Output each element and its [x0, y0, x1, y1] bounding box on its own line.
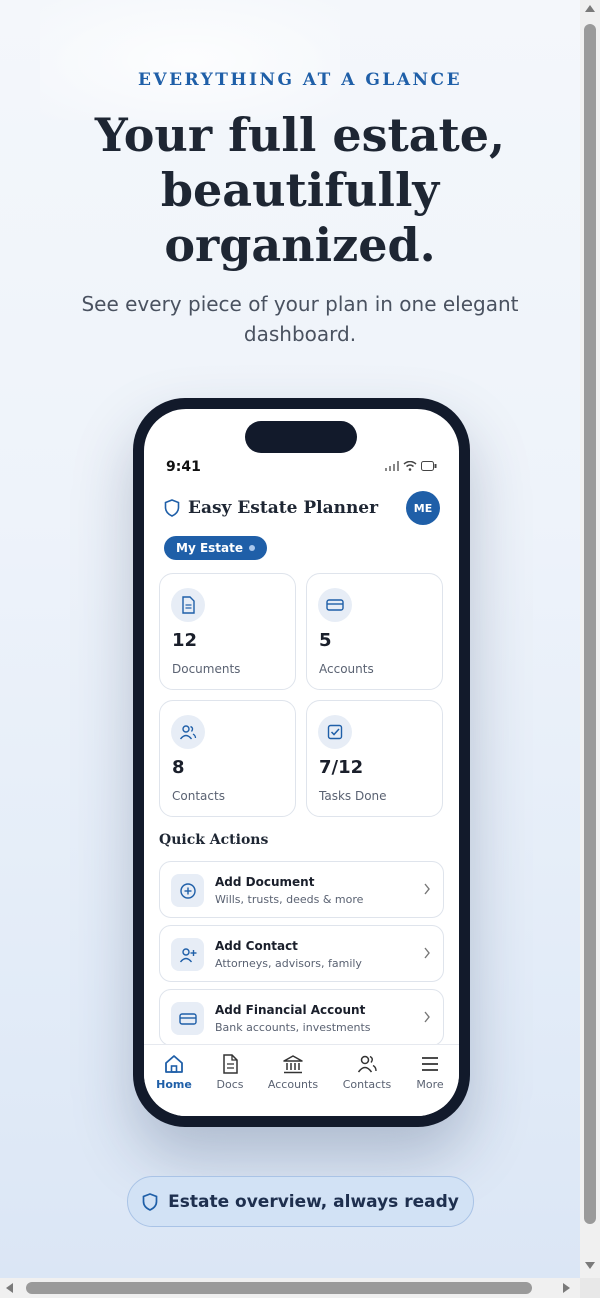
add-financial-account-button[interactable]: Add Financial Account Bank accounts, inv… — [159, 989, 444, 1046]
stat-label: Accounts — [319, 662, 374, 676]
status-time: 9:41 — [166, 459, 201, 475]
stat-card-accounts[interactable]: 5 Accounts — [306, 573, 443, 690]
bank-icon — [283, 1055, 303, 1074]
stat-label: Documents — [172, 662, 241, 676]
stat-card-documents[interactable]: 12 Documents — [159, 573, 296, 690]
eyebrow-text: EVERYTHING AT A GLANCE — [137, 70, 463, 90]
headline-line-2: beautifully — [160, 163, 440, 217]
add-document-button[interactable]: Add Document Wills, trusts, deeds & more — [159, 861, 444, 918]
chevron-right-icon — [424, 947, 430, 959]
scroll-right-icon[interactable] — [563, 1283, 570, 1293]
vertical-scrollbar[interactable] — [580, 0, 600, 1278]
headline: Your full estate, beautifully organized. — [0, 108, 580, 273]
signal-icon — [385, 461, 399, 471]
people-icon — [357, 1055, 377, 1073]
action-subtitle: Attorneys, advisors, family — [215, 957, 362, 970]
tab-label: More — [416, 1078, 444, 1091]
add-person-icon — [171, 938, 204, 971]
document-icon — [171, 588, 205, 622]
horizontal-scrollbar[interactable] — [0, 1278, 580, 1298]
tab-label: Accounts — [267, 1078, 319, 1091]
add-contact-button[interactable]: Add Contact Attorneys, advisors, family — [159, 925, 444, 982]
action-title: Add Document — [215, 875, 315, 889]
status-icons — [385, 461, 437, 471]
shield-icon — [142, 1192, 158, 1211]
app-title: Easy Estate Planner — [188, 498, 379, 518]
stat-value: 7/12 — [319, 757, 364, 778]
people-icon — [171, 715, 205, 749]
battery-icon — [421, 461, 437, 471]
card-icon — [171, 1002, 204, 1035]
tab-docs[interactable]: Docs — [200, 1053, 260, 1091]
estate-pill-label: My Estate — [176, 541, 243, 555]
menu-icon — [422, 1057, 438, 1071]
stat-card-contacts[interactable]: 8 Contacts — [159, 700, 296, 817]
chevron-right-icon — [424, 883, 430, 895]
phone-mockup: 9:41 Easy Estate Planner ME My Estate 12… — [133, 398, 470, 1127]
scrollbar-corner — [580, 1278, 600, 1298]
action-title: Add Financial Account — [215, 1003, 366, 1017]
dynamic-island — [245, 421, 357, 453]
stat-value: 8 — [172, 757, 185, 778]
action-subtitle: Bank accounts, investments — [215, 1021, 371, 1034]
card-icon — [318, 588, 352, 622]
document-icon — [223, 1054, 238, 1074]
tab-more[interactable]: More — [400, 1053, 459, 1091]
checkbox-icon — [318, 715, 352, 749]
shield-icon — [164, 499, 180, 517]
scroll-down-icon[interactable] — [585, 1262, 595, 1269]
horizontal-scroll-thumb[interactable] — [26, 1282, 532, 1294]
bottom-tab-bar: Home Docs Accounts Contacts More — [144, 1044, 459, 1116]
action-title: Add Contact — [215, 939, 298, 953]
phone-screen: 9:41 Easy Estate Planner ME My Estate 12… — [144, 409, 459, 1116]
plus-circle-icon — [171, 874, 204, 907]
subhead-text: See every piece of your plan in one eleg… — [81, 292, 519, 346]
action-subtitle: Wills, trusts, deeds & more — [215, 893, 364, 906]
headline-line-3: organized. — [164, 218, 436, 272]
stat-value: 5 — [319, 630, 332, 651]
stat-label: Contacts — [172, 789, 225, 803]
tab-label: Home — [156, 1078, 192, 1091]
status-dot-icon — [249, 545, 255, 551]
tab-contacts[interactable]: Contacts — [337, 1053, 397, 1091]
home-icon — [165, 1055, 183, 1073]
stat-label: Tasks Done — [319, 789, 387, 803]
avatar[interactable]: ME — [406, 491, 440, 525]
badge-label: Estate overview, always ready — [168, 1191, 459, 1212]
page-viewport: EVERYTHING AT A GLANCE Your full estate,… — [0, 0, 580, 1278]
stat-card-tasks[interactable]: 7/12 Tasks Done — [306, 700, 443, 817]
background-glow — [40, 0, 340, 120]
chevron-right-icon — [424, 1011, 430, 1023]
headline-line-1: Your full estate, — [94, 108, 506, 162]
scroll-up-icon[interactable] — [585, 5, 595, 12]
tab-label: Contacts — [342, 1078, 392, 1091]
stat-value: 12 — [172, 630, 198, 651]
tab-label: Docs — [216, 1078, 244, 1091]
tab-accounts[interactable]: Accounts — [263, 1053, 323, 1091]
wifi-icon — [403, 461, 417, 471]
estate-selector-pill[interactable]: My Estate — [164, 536, 267, 560]
scroll-left-icon[interactable] — [6, 1283, 13, 1293]
estate-overview-badge: Estate overview, always ready — [127, 1176, 474, 1227]
vertical-scroll-thumb[interactable] — [584, 24, 596, 1224]
app-header: Easy Estate Planner ME — [164, 491, 440, 525]
quick-actions-title: Quick Actions — [159, 832, 269, 848]
tab-home[interactable]: Home — [144, 1053, 204, 1091]
